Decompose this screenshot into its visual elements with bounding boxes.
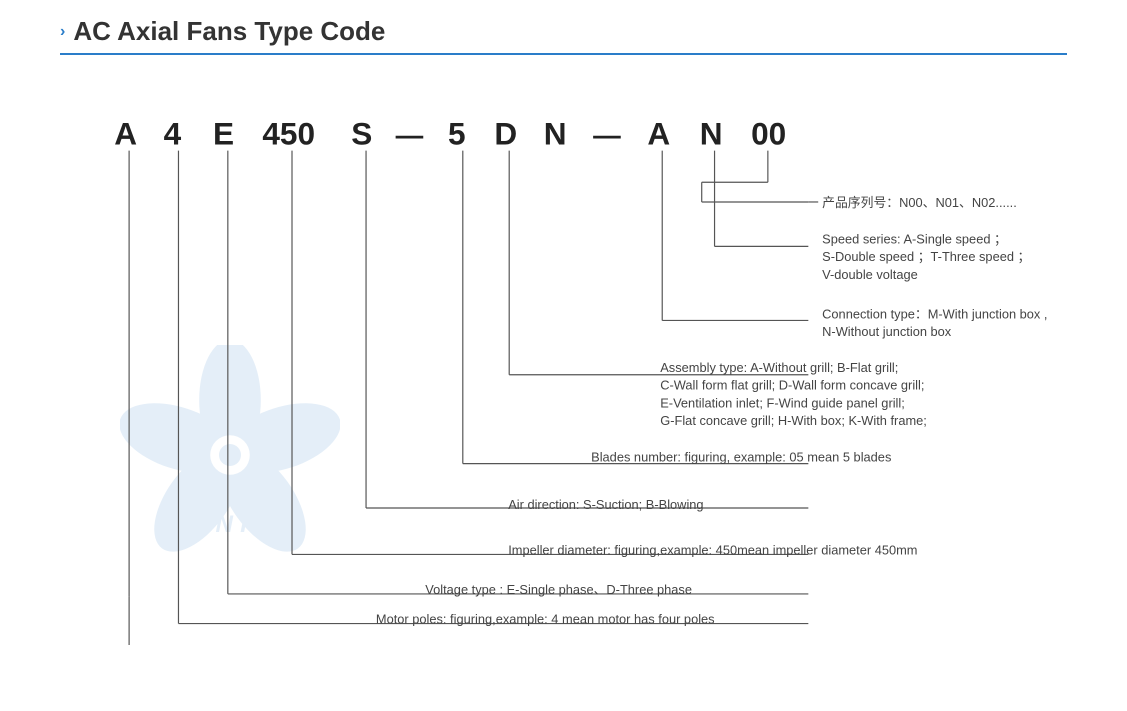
desc-speed-series-3: V-double voltage <box>822 267 918 282</box>
diagram-area: VENTAI A 4 E 450 S — 5 D N — A N 00 <box>60 65 1067 645</box>
desc-assembly-2: C-Wall form flat grill; D-Wall form conc… <box>660 378 924 393</box>
code-D: D <box>494 116 517 152</box>
code-450: 450 <box>262 116 315 152</box>
desc-air-direction: Air direction: S-Suction; B-Blowing <box>508 497 703 512</box>
desc-impeller: Impeller diameter: figuring,example: 450… <box>508 542 917 557</box>
code-dash2: — <box>593 120 621 151</box>
desc-blades: Blades number: figuring, example: 05 mea… <box>591 450 891 465</box>
desc-speed-series-2: S-Double speed ；T-Three speed ； <box>822 249 1030 265</box>
code-N2: N <box>700 116 723 152</box>
code-S: S <box>351 116 372 152</box>
title-divider <box>60 53 1067 55</box>
page-title: AC Axial Fans Type Code <box>73 16 385 47</box>
desc-connection-2: N-Without junction box <box>822 324 952 339</box>
code-5: 5 <box>448 116 466 152</box>
code-A: A <box>114 116 137 152</box>
code-dash1: — <box>396 120 424 151</box>
code-N: N <box>544 116 567 152</box>
desc-assembly-4: G-Flat concave grill; H-With box; K-With… <box>660 413 927 428</box>
desc-product-series: 产品序列号：N00、N01、N02...... <box>822 195 1017 210</box>
title-section: › AC Axial Fans Type Code <box>60 16 1067 47</box>
diagram-svg: A 4 E 450 S — 5 D N — A N 00 <box>60 65 1067 645</box>
code-00: 00 <box>751 116 786 152</box>
desc-voltage: Voltage type : E-Single phase、D-Three ph… <box>425 582 692 597</box>
code-E: E <box>213 116 234 152</box>
code-4: 4 <box>164 116 182 152</box>
code-A2: A <box>647 116 670 152</box>
desc-assembly-3: E-Ventilation inlet; F-Wind guide panel … <box>660 395 905 410</box>
desc-speed-series-1: Speed series: A-Single speed ； <box>822 231 1007 247</box>
desc-connection-1: Connection type：M-With junction box , <box>822 306 1047 321</box>
title-arrow: › <box>60 23 65 41</box>
page-container: › AC Axial Fans Type Code VENTAI <box>0 0 1127 711</box>
desc-assembly-1: Assembly type: A-Without grill; B-Flat g… <box>660 360 898 375</box>
desc-motor-poles: Motor poles: figuring,example: 4 mean mo… <box>376 612 715 627</box>
